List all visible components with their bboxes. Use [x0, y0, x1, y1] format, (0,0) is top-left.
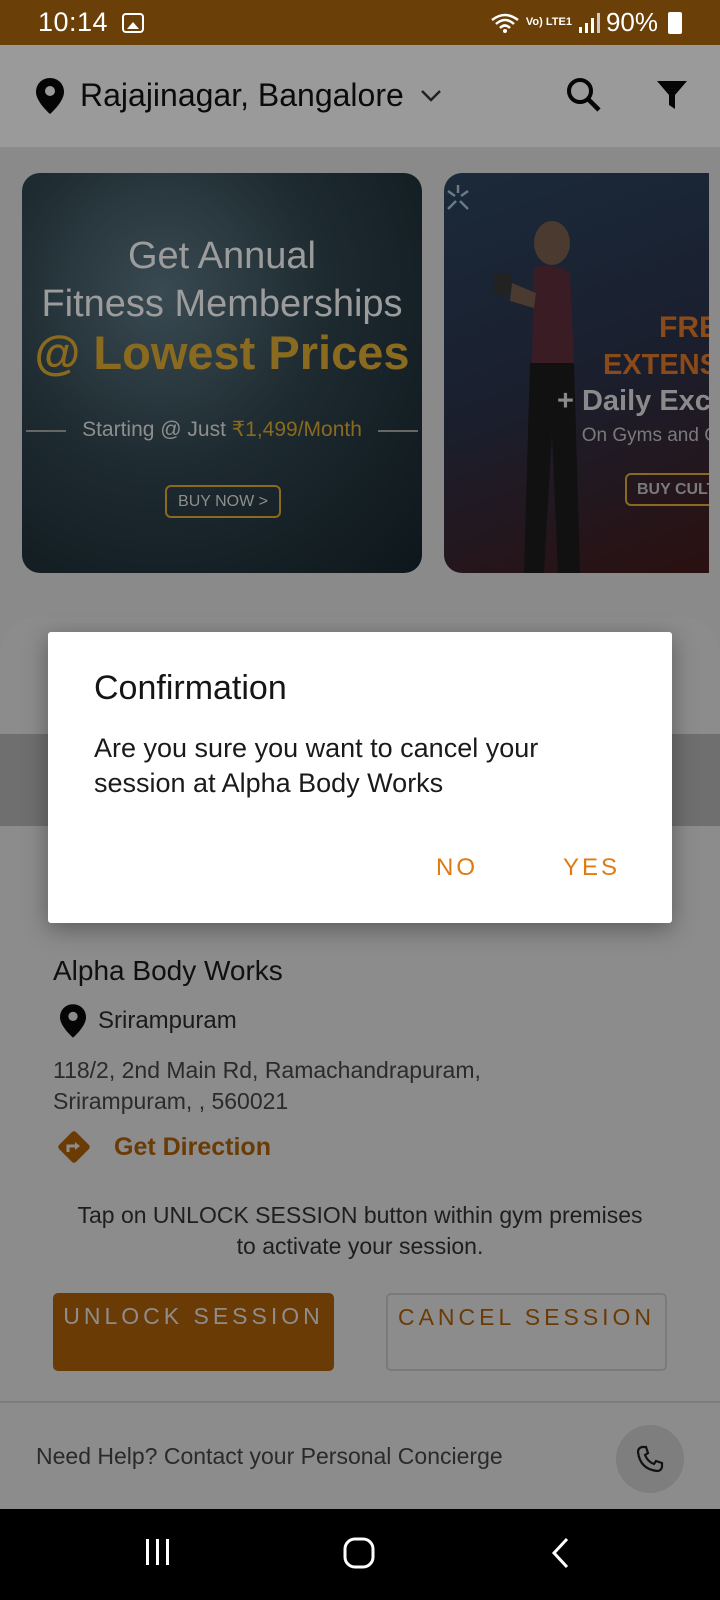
help-text: Need Help? Contact your Personal Concier…: [36, 1443, 503, 1469]
promo-banner-cult[interactable]: FRE EXTENS + Daily Exci On Gyms and G BU…: [444, 173, 709, 573]
banner-line: Get Annual: [127, 235, 317, 277]
gym-area-label: Srirampuram: [98, 1007, 237, 1034]
image-notification-icon: [122, 12, 145, 33]
yes-button[interactable]: YES: [563, 854, 620, 882]
banner-line: Fitness Memberships: [41, 283, 403, 325]
battery-icon: [668, 11, 682, 34]
signal-icon: [578, 12, 600, 33]
wifi-icon: [491, 13, 519, 33]
gym-name: Alpha Body Works: [53, 955, 283, 986]
banner-line: FRE: [659, 311, 709, 344]
status-indicators: Vo) LTE1 90%: [490, 7, 682, 38]
banner-line: EXTENS: [602, 349, 709, 381]
no-button[interactable]: NO: [436, 854, 478, 882]
banner-line: + Daily Exci: [556, 385, 709, 417]
banner-price-prefix: Starting @ Just: [82, 418, 232, 441]
recent-apps-icon[interactable]: [144, 1537, 172, 1567]
filter-icon[interactable]: [656, 79, 688, 111]
confirmation-dialog: Confirmation Are you sure you want to ca…: [48, 632, 672, 923]
get-direction-link[interactable]: Get Direction: [55, 1128, 271, 1166]
chevron-down-icon: [420, 89, 441, 102]
unlock-session-button[interactable]: UNLOCK SESSION: [53, 1293, 334, 1371]
banner-headline: @ Lowest Prices: [34, 326, 410, 379]
unlock-hint: Tap on UNLOCK SESSION button within gym …: [77, 1202, 643, 1259]
search-icon[interactable]: [566, 77, 602, 113]
location-header: Rajajinagar, Bangalore: [0, 45, 720, 149]
status-bar: 10:14 Vo) LTE1 90%: [0, 0, 720, 45]
gym-address: 118/2, 2nd Main Rd, Ramachandrapuram, Sr…: [53, 1057, 481, 1114]
divider: [378, 430, 418, 432]
system-navigation-bar: [0, 1509, 720, 1600]
network-type: Vo) LTE1: [525, 16, 572, 28]
location-label: Rajajinagar, Bangalore: [80, 77, 404, 113]
banner-line: On Gyms and G: [581, 425, 709, 446]
buy-cult-button[interactable]: BUY CULT: [625, 473, 709, 506]
status-time: 10:14: [38, 7, 109, 37]
location-selector[interactable]: Rajajinagar, Bangalore: [36, 77, 442, 114]
promo-carousel[interactable]: Get Annual Fitness Memberships @ Lowest …: [0, 173, 720, 573]
back-icon[interactable]: [550, 1537, 570, 1569]
promo-banner-annual[interactable]: Get Annual Fitness Memberships @ Lowest …: [22, 173, 422, 573]
dialog-message: Are you sure you want to cancel your ses…: [94, 733, 539, 798]
location-pin-icon: [36, 77, 64, 114]
buy-now-button[interactable]: BUY NOW >: [165, 485, 281, 518]
gym-area: Srirampuram: [60, 1004, 237, 1038]
call-concierge-button[interactable]: [616, 1425, 684, 1493]
brand-logo-icon: [447, 185, 469, 210]
home-icon[interactable]: [343, 1537, 375, 1569]
banner-price-line: Starting @ Just ₹1,499/Month: [22, 417, 422, 442]
location-pin-icon: [60, 1004, 86, 1038]
cancel-session-button[interactable]: CANCEL SESSION: [386, 1293, 667, 1371]
banner-price: ₹1,499/Month: [231, 418, 362, 441]
dialog-title: Confirmation: [94, 669, 287, 707]
battery-percent: 90%: [605, 7, 658, 37]
help-bar: Need Help? Contact your Personal Concier…: [0, 1401, 720, 1509]
get-direction-label: Get Direction: [114, 1132, 271, 1161]
direction-icon: [58, 1131, 90, 1163]
phone-icon: [636, 1445, 664, 1473]
